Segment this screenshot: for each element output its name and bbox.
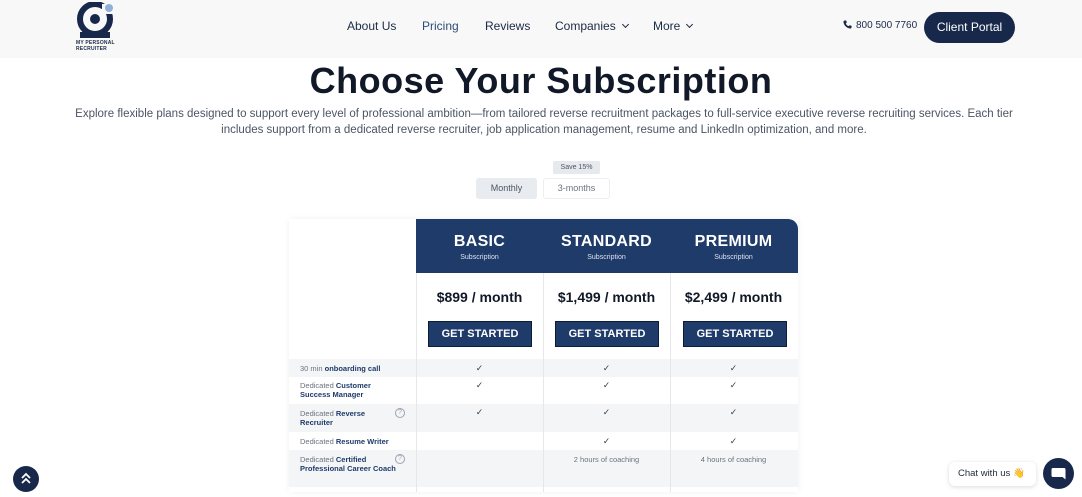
check-icon: ✓ — [602, 407, 611, 417]
billing-toggle-3-months[interactable]: 3-months — [543, 178, 610, 199]
wave-icon: 👋 — [1013, 468, 1026, 479]
chevron-down-icon — [686, 20, 694, 29]
client-portal-button[interactable]: Client Portal — [924, 12, 1015, 43]
column-divider — [543, 273, 544, 492]
phone-number: 800 500 7760 — [856, 20, 918, 31]
price-premium: $2,499 / month — [684, 289, 783, 305]
plan-name: STANDARD — [561, 233, 652, 250]
feature-prefix: Dedicated — [300, 437, 336, 446]
feature-label: Dedicated Reverse Recruiter — [300, 409, 400, 427]
coaching-hours-premium: 4 hours of coaching — [700, 455, 767, 464]
feature-label: 30 min onboarding call — [300, 364, 400, 373]
nav-more-label: More — [653, 19, 681, 33]
coaching-hours-standard: 2 hours of coaching — [573, 455, 640, 464]
check-icon: ✓ — [602, 363, 611, 373]
price-standard: $1,499 / month — [557, 289, 656, 305]
help-icon[interactable]: ? — [395, 454, 405, 464]
plan-header-bar: BASIC Subscription STANDARD Subscription… — [416, 219, 798, 273]
feature-label: Dedicated Resume Writer — [300, 437, 400, 446]
chat-icon — [1051, 468, 1066, 480]
site-header: MY PERSONAL RECRUITER About Us Pricing R… — [0, 0, 1082, 58]
chat-prompt[interactable]: Chat with us 👋 — [949, 462, 1036, 486]
column-divider — [416, 273, 417, 492]
column-divider — [670, 273, 671, 492]
plan-header-basic: BASIC Subscription — [416, 219, 543, 261]
feature-prefix: Dedicated — [300, 409, 336, 418]
check-icon: ✓ — [475, 363, 484, 373]
feature-label: Dedicated Customer Success Manager — [300, 381, 400, 399]
price-basic: $899 / month — [436, 289, 523, 305]
plan-header-standard: STANDARD Subscription — [543, 219, 670, 261]
double-chevron-up-icon — [21, 472, 31, 484]
chat-launcher-button[interactable] — [1043, 458, 1074, 489]
check-icon: ✓ — [602, 436, 611, 446]
check-icon: ✓ — [602, 380, 611, 390]
help-icon[interactable]: ? — [395, 408, 405, 418]
plan-name: BASIC — [453, 233, 506, 250]
check-icon: ✓ — [729, 407, 738, 417]
chevron-down-icon — [621, 20, 629, 29]
feature-name: onboarding call — [324, 364, 381, 373]
scroll-to-top-button[interactable] — [13, 466, 39, 492]
billing-toggle-monthly[interactable]: Monthly — [476, 178, 537, 199]
plan-subtitle: Subscription — [587, 254, 626, 261]
plan-subtitle: Subscription — [714, 254, 753, 261]
brand-logo[interactable]: MY PERSONAL RECRUITER — [76, 1, 116, 54]
feature-name: Resume Writer — [335, 437, 389, 446]
nav-companies[interactable]: Companies — [555, 19, 629, 33]
get-started-premium-button[interactable]: GET STARTED — [683, 321, 787, 347]
nav-pricing[interactable]: Pricing — [422, 19, 459, 33]
check-icon: ✓ — [475, 380, 484, 390]
plan-name: PREMIUM — [694, 233, 773, 250]
pricing-table: BASIC Subscription STANDARD Subscription… — [289, 219, 798, 492]
plan-header-premium: PREMIUM Subscription — [670, 219, 797, 261]
phone-icon — [843, 20, 852, 29]
check-icon: ✓ — [729, 363, 738, 373]
plan-subtitle: Subscription — [460, 254, 499, 261]
chat-prompt-label: Chat with us — [958, 468, 1011, 479]
check-icon: ✓ — [729, 380, 738, 390]
check-icon: ✓ — [475, 407, 484, 417]
nav-about-us[interactable]: About Us — [347, 19, 396, 33]
get-started-basic-button[interactable]: GET STARTED — [428, 321, 532, 347]
feature-label: Dedicated Certified Professional Career … — [300, 455, 400, 473]
feature-prefix: Dedicated — [300, 455, 336, 464]
feature-prefix: 30 min — [300, 364, 325, 373]
feature-prefix: Dedicated — [300, 381, 336, 390]
page-subtitle: Explore flexible plans designed to suppo… — [75, 108, 1013, 136]
logo-text: MY PERSONAL RECRUITER — [76, 40, 115, 52]
phone-link[interactable]: 800 500 7760 — [843, 20, 917, 31]
check-icon: ✓ — [729, 436, 738, 446]
save-badge: Save 15% — [553, 161, 600, 174]
nav-companies-label: Companies — [555, 19, 616, 33]
nav-reviews[interactable]: Reviews — [485, 19, 530, 33]
logo-mark-icon — [77, 1, 114, 38]
get-started-standard-button[interactable]: GET STARTED — [555, 321, 659, 347]
nav-more[interactable]: More — [653, 19, 694, 33]
page-title: Choose Your Subscription — [309, 60, 773, 101]
